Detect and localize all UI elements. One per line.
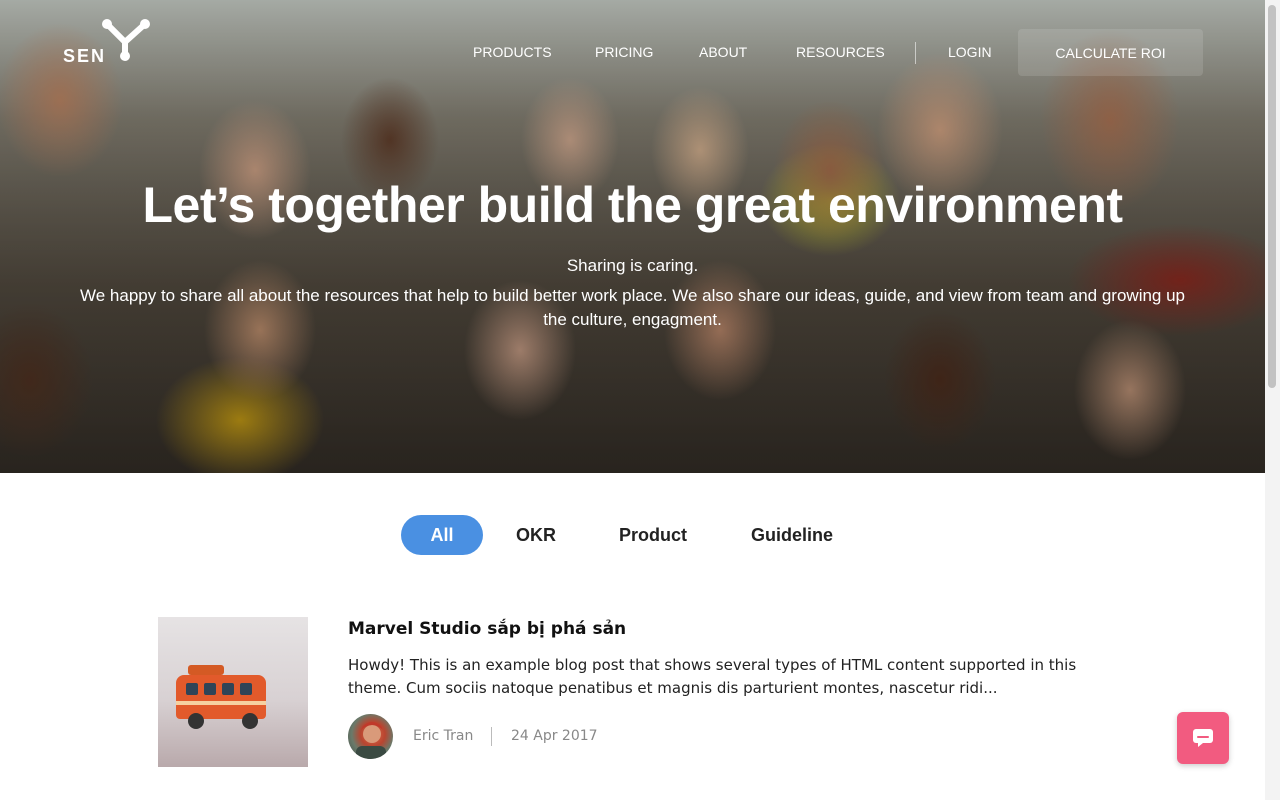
meta-divider bbox=[491, 727, 492, 746]
post-title[interactable]: Marvel Studio sắp bị phá sản bbox=[348, 619, 626, 639]
nav-pricing[interactable]: PRICING bbox=[595, 44, 653, 62]
nav-login[interactable]: LOGIN bbox=[948, 44, 992, 62]
nav-divider bbox=[915, 42, 916, 64]
calculate-roi-button[interactable]: CALCULATE ROI bbox=[1018, 29, 1203, 76]
hero-description: We happy to share all about the resource… bbox=[80, 286, 1186, 329]
hero-subtitle: Sharing is caring. bbox=[566, 256, 699, 275]
tab-guideline[interactable]: Guideline bbox=[740, 515, 844, 555]
chat-button[interactable] bbox=[1177, 712, 1229, 764]
nav-products[interactable]: PRODUCTS bbox=[473, 44, 552, 62]
tab-product[interactable]: Product bbox=[606, 515, 700, 555]
nav-about[interactable]: ABOUT bbox=[699, 44, 747, 62]
post-excerpt: Howdy! This is an example blog post that… bbox=[348, 656, 1077, 697]
nav-resources[interactable]: RESOURCES bbox=[796, 44, 885, 62]
post-date: 24 Apr 2017 bbox=[511, 728, 598, 744]
logo-mark-icon bbox=[102, 19, 150, 61]
tab-okr[interactable]: OKR bbox=[504, 515, 568, 555]
scrollbar-thumb[interactable] bbox=[1268, 5, 1276, 388]
post-author[interactable]: Eric Tran bbox=[413, 728, 473, 744]
tab-all[interactable]: All bbox=[401, 515, 483, 555]
post-thumbnail[interactable] bbox=[158, 617, 308, 767]
chat-bubble-icon bbox=[1193, 729, 1213, 747]
hero-title: Let’s together build the great environme… bbox=[142, 177, 1123, 233]
avatar-icon bbox=[356, 722, 386, 759]
brand-logo[interactable]: SEN bbox=[63, 18, 155, 68]
author-avatar[interactable] bbox=[348, 714, 393, 759]
